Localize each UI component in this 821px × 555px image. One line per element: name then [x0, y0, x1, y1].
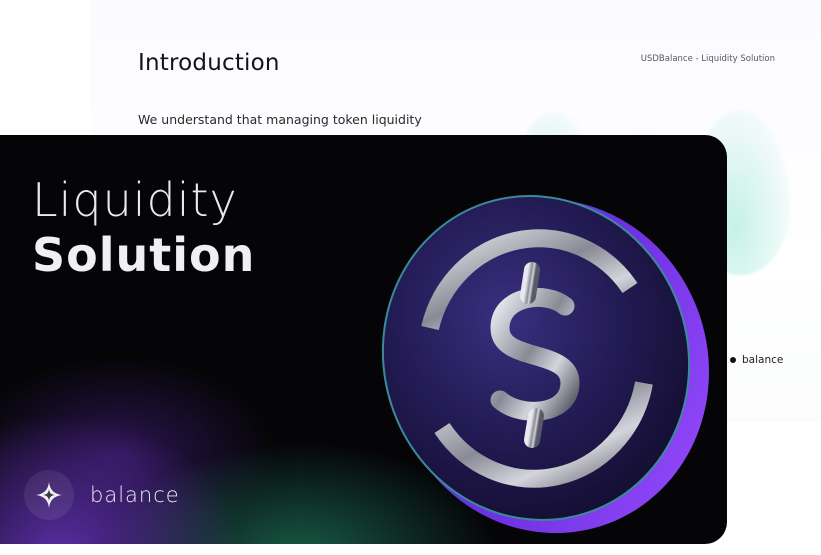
slide-header: USDBalance - Liquidity Solution	[640, 54, 775, 64]
slide-brand: balance	[730, 354, 783, 366]
brand-logo: balance	[24, 470, 180, 520]
cover-title-line1: Liquidity	[32, 173, 238, 227]
balance-logo-icon	[24, 470, 74, 520]
slide-body-text: We understand that managing token liquid…	[138, 112, 422, 127]
balance-dot-icon	[730, 357, 736, 363]
slide-brand-label: balance	[742, 354, 784, 366]
brand-name: balance	[90, 483, 180, 507]
usdc-coin-icon	[381, 195, 709, 534]
cover-title-line2: Solution	[32, 228, 256, 282]
slide-title: Introduction	[138, 50, 280, 76]
